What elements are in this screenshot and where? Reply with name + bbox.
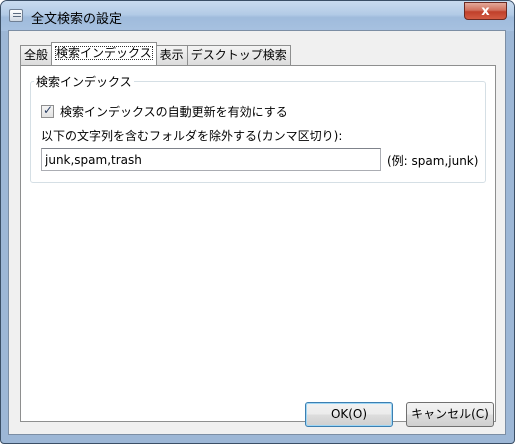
tab-desktop-search-label: デスクトップ検索 xyxy=(190,48,287,62)
tab-general[interactable]: 全般 xyxy=(20,45,53,65)
tab-display[interactable]: 表示 xyxy=(155,45,188,65)
tab-search-index-label: 検索インデックス xyxy=(55,46,153,60)
auto-update-label[interactable]: 検索インデックスの自動更新を有効にする xyxy=(60,103,288,120)
search-index-group: 検索インデックス 検索インデックスの自動更新を有効にする 以下の文字列を含むフォ… xyxy=(30,73,486,183)
settings-window: 全文検索の設定 x 全般 検索インデックス 表示 デスクトップ検索 検索インデッ… xyxy=(0,0,515,444)
ok-button[interactable]: OK(O) xyxy=(305,402,393,427)
tab-desktop-search[interactable]: デスクトップ検索 xyxy=(186,45,291,65)
title-bar[interactable]: 全文検索の設定 x xyxy=(1,1,514,31)
exclude-folders-label: 以下の文字列を含むフォルダを除外する(カンマ区切り): xyxy=(41,129,343,143)
auto-update-option[interactable]: 検索インデックスの自動更新を有効にする xyxy=(41,103,288,120)
exclude-folders-input[interactable] xyxy=(41,148,381,171)
window-title: 全文検索の設定 xyxy=(31,12,123,27)
cancel-button[interactable]: キャンセル(C) xyxy=(406,402,494,427)
tab-general-label: 全般 xyxy=(24,48,49,62)
tab-panel: 検索インデックス 検索インデックスの自動更新を有効にする 以下の文字列を含むフォ… xyxy=(20,65,496,422)
auto-update-checkbox[interactable] xyxy=(41,103,54,118)
tab-strip: 全般 検索インデックス 表示 デスクトップ検索 xyxy=(20,42,291,65)
tab-display-label: 表示 xyxy=(159,48,184,62)
tab-search-index[interactable]: 検索インデックス xyxy=(51,42,157,65)
dialog-client-area: 全般 検索インデックス 表示 デスクトップ検索 検索インデックス 検索インデック… xyxy=(8,30,506,435)
close-button[interactable]: x xyxy=(464,2,507,20)
exclude-example-hint: (例: spam,junk) xyxy=(387,154,479,168)
group-title: 検索インデックス xyxy=(34,73,134,90)
app-window-icon xyxy=(9,9,23,22)
